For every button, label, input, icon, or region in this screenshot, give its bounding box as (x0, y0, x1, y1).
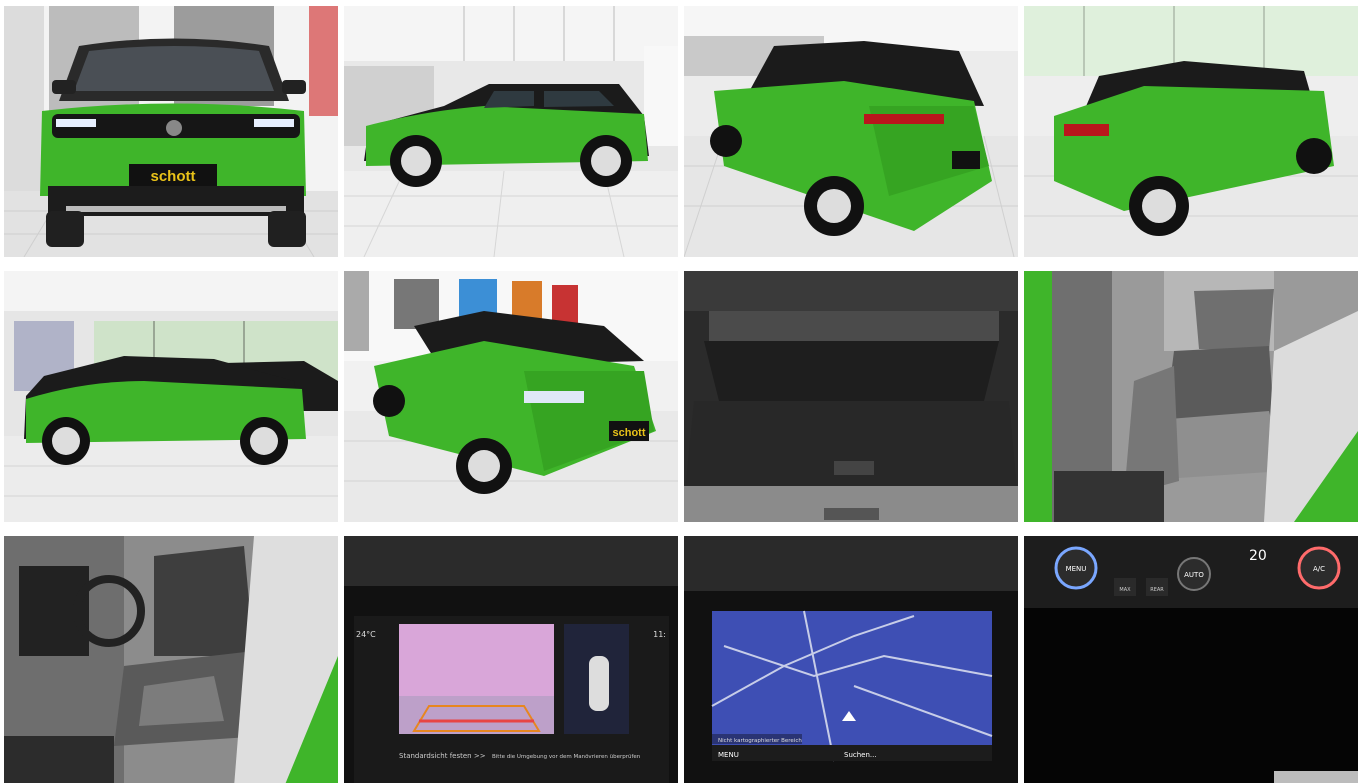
side-photo (344, 6, 678, 257)
gallery-image-climate[interactable]: MENU AUTO A/C 20 MAX REAR (1024, 536, 1358, 783)
gallery-image-front-seats[interactable] (4, 536, 338, 783)
camera-bottom-left-text: Standardsicht festen >> (399, 752, 486, 760)
gallery-image-front-right[interactable]: schott (344, 271, 678, 522)
rear-seats-photo (1024, 271, 1358, 522)
gallery-image-trunk[interactable] (684, 271, 1018, 522)
rear-right-photo (1024, 6, 1358, 257)
camera-temp-text: 24°C (356, 630, 376, 639)
dealer-plate-text-2: schott (613, 427, 646, 439)
climate-right-knob-text: A/C (1313, 565, 1325, 573)
camera-time-text: 11: (653, 630, 666, 639)
gallery-image-rear-right[interactable] (1024, 6, 1358, 257)
nav-menu-text: MENU (718, 751, 739, 759)
gallery-image-camera-screen[interactable]: 24°C 11: Standardsicht festen >> Bitte d… (344, 536, 678, 783)
gallery-image-side-exterior[interactable] (4, 271, 338, 522)
nav-screen-photo: Nicht kartographierter Bereich MENU Such… (684, 536, 1018, 783)
image-gallery: schott schott 24°C 11: Standardsicht fes… (0, 0, 1365, 783)
climate-photo: MENU AUTO A/C 20 MAX REAR (1024, 536, 1358, 783)
gallery-image-nav-screen[interactable]: Nicht kartographierter Bereich MENU Such… (684, 536, 1018, 783)
rear-left-photo (684, 6, 1018, 257)
dealer-plate-text: schott (151, 168, 196, 185)
gallery-image-rear-left[interactable] (684, 6, 1018, 257)
nav-status-text: Nicht kartographierter Bereich (718, 738, 802, 744)
front-right-photo: schott (344, 271, 678, 522)
nav-search-text: Suchen... (844, 751, 877, 759)
front-seats-photo (4, 536, 338, 783)
camera-bottom-right-text: Bitte die Umgebung vor dem Manövrieren ü… (492, 754, 641, 760)
climate-temperature-text: 20 (1249, 548, 1267, 564)
front-photo: schott (4, 6, 338, 257)
climate-center-knob-text: AUTO (1184, 571, 1204, 579)
trunk-photo (684, 271, 1018, 522)
gallery-image-rear-seats[interactable] (1024, 271, 1358, 522)
side-exterior-photo (4, 271, 338, 522)
camera-screen-photo: 24°C 11: Standardsicht festen >> Bitte d… (344, 536, 678, 783)
gallery-image-front[interactable]: schott (4, 6, 338, 257)
climate-left-knob-text: MENU (1066, 565, 1087, 573)
climate-max-text: MAX (1119, 587, 1131, 593)
climate-rear-text: REAR (1150, 587, 1164, 593)
gallery-image-side[interactable] (344, 6, 678, 257)
